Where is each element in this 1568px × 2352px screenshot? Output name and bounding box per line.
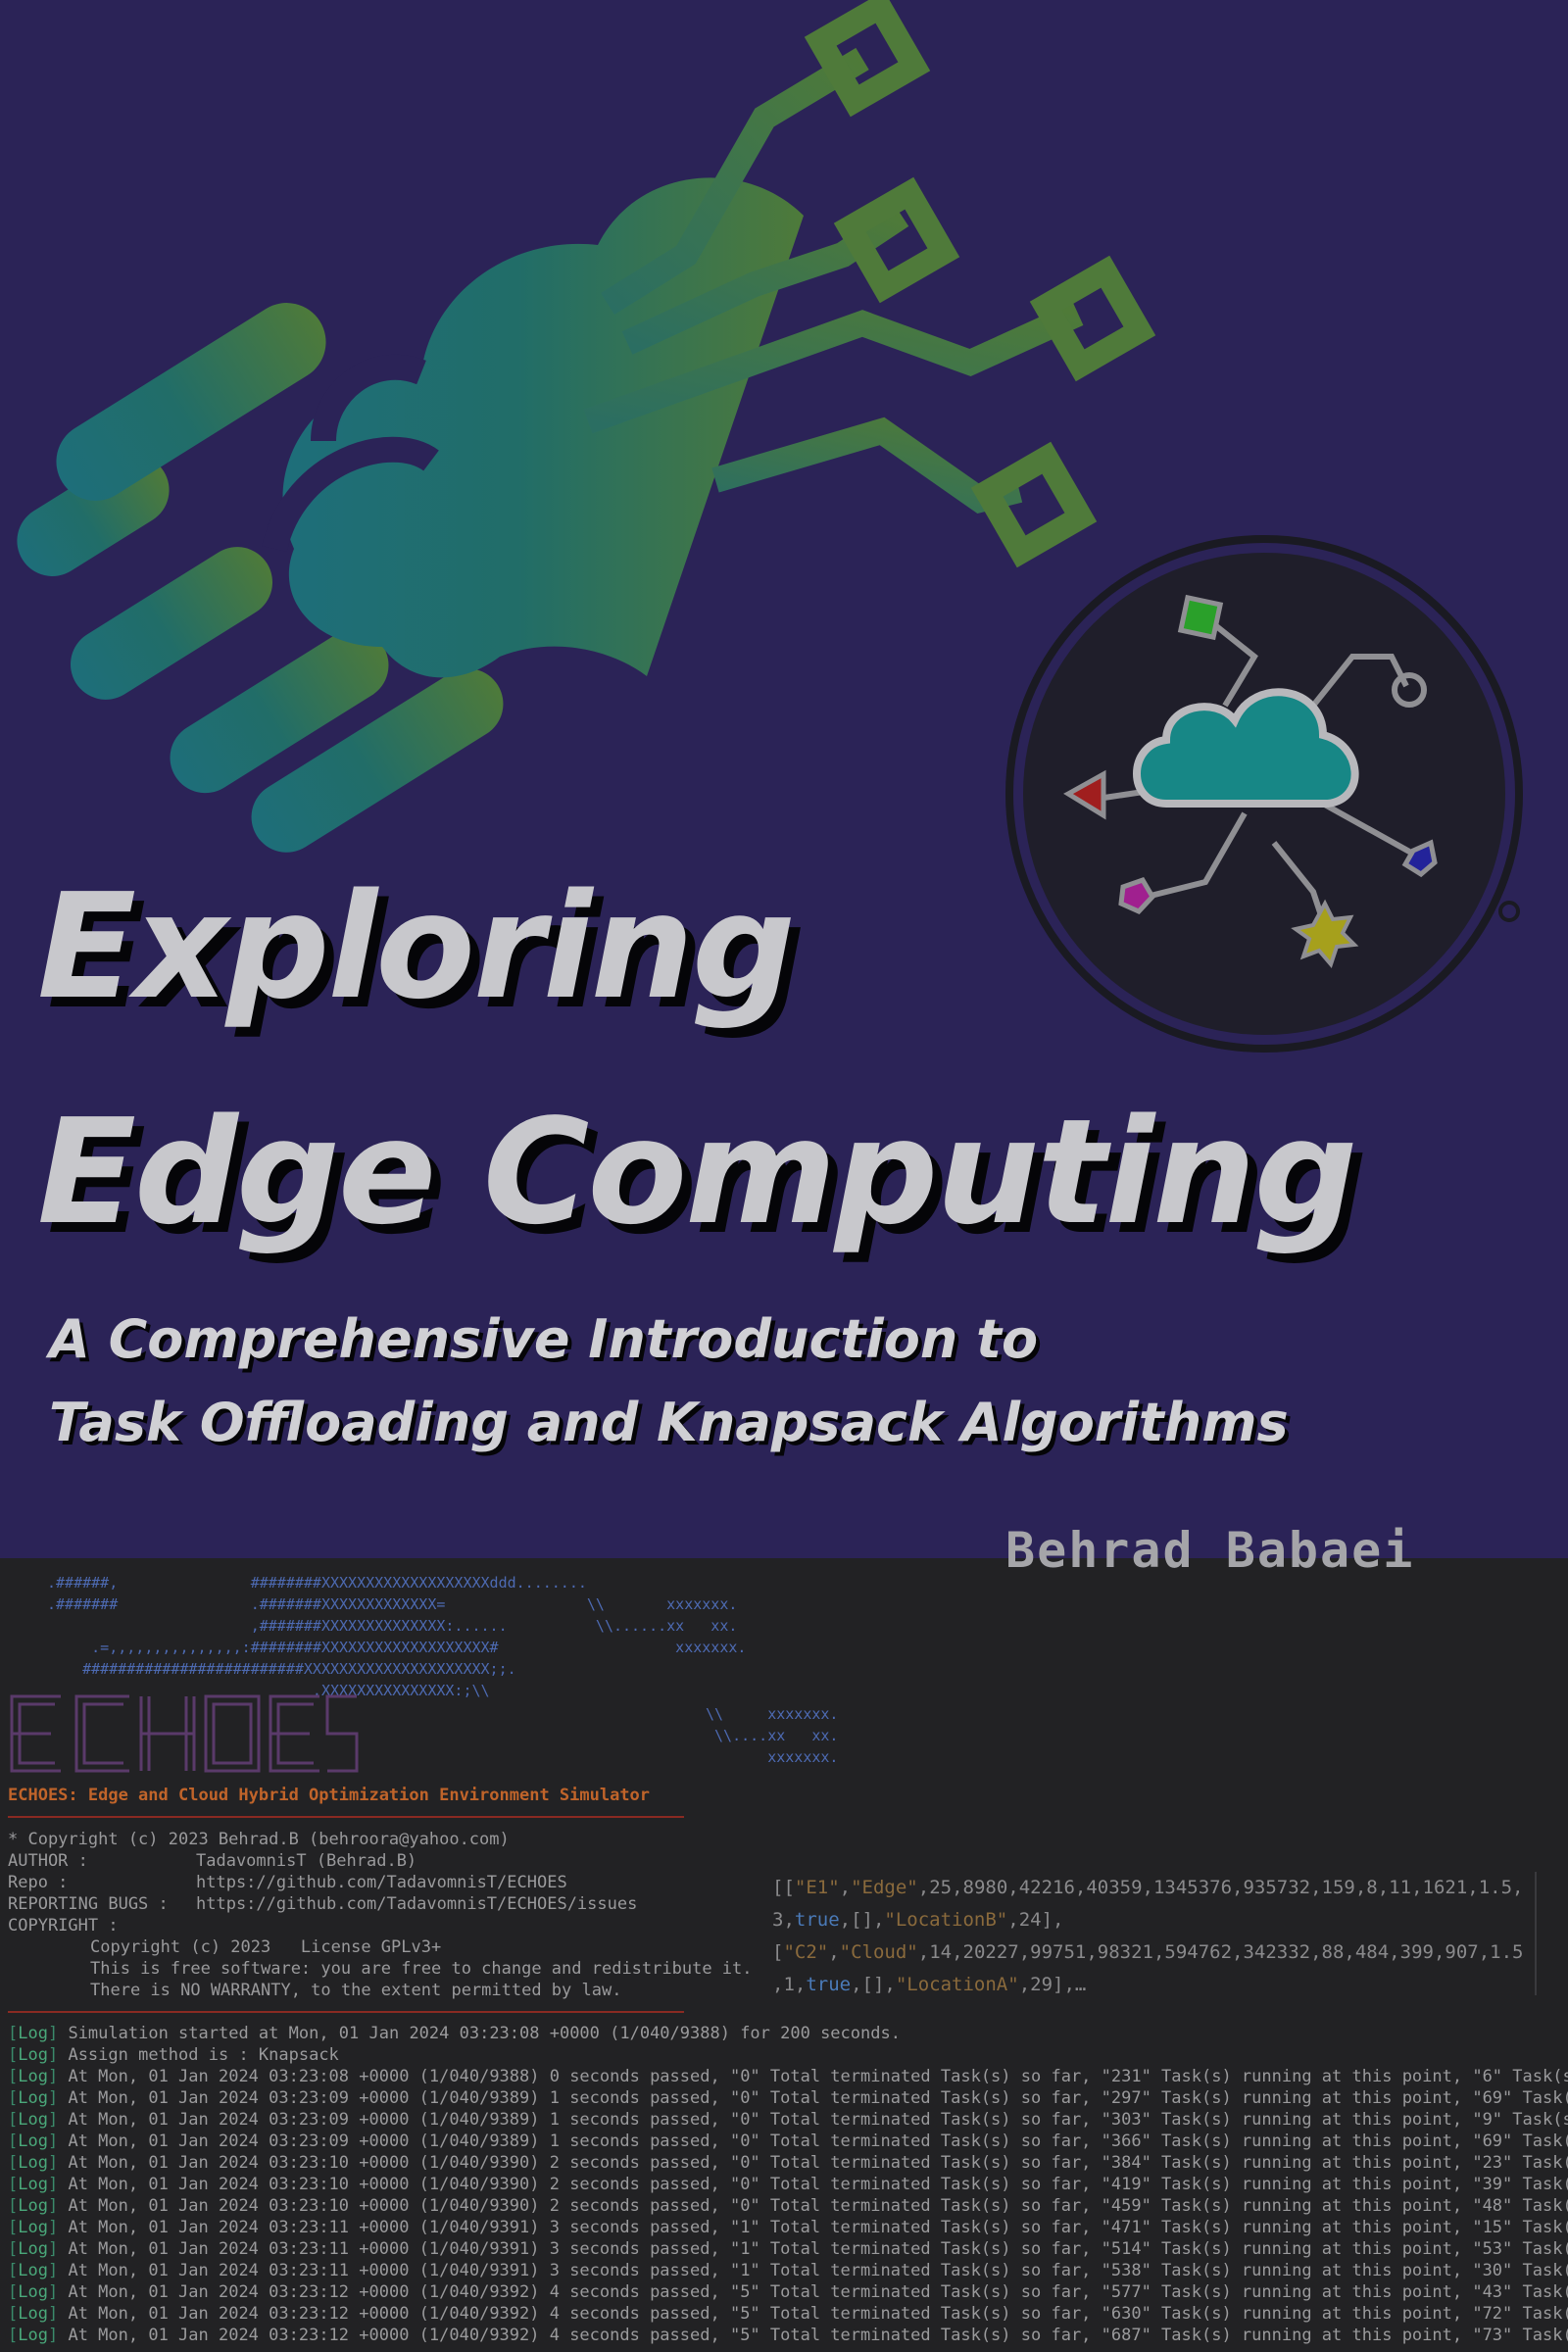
log-tag: [Log] <box>8 2088 59 2108</box>
json-line: ["C2","Cloud",14,20227,99751,98321,59476… <box>772 1941 1524 1963</box>
log-line: [Log] Simulation started at Mon, 01 Jan … <box>8 2023 1568 2044</box>
log-message: At Mon, 01 Jan 2024 03:23:11 +0000 (1/04… <box>58 2239 1568 2259</box>
log-line: [Log] At Mon, 01 Jan 2024 03:23:12 +0000… <box>8 2281 1568 2303</box>
ascii-line: .######, ########XXXXXXXXXXXXXXXXXXXddd.… <box>47 1574 587 1592</box>
ascii-line: #########################XXXXXXXXXXXXXXX… <box>47 1660 516 1678</box>
log-message: At Mon, 01 Jan 2024 03:23:12 +0000 (1/04… <box>58 2326 1568 2345</box>
book-subtitle-line-1: A Comprehensive Introduction to <box>49 1308 1039 1370</box>
log-line: [Log] At Mon, 01 Jan 2024 03:23:12 +0000… <box>8 2303 1568 2325</box>
echoes-logo <box>10 1694 359 1773</box>
info-key: AUTHOR : <box>8 1851 88 1871</box>
book-title-line-2: Edge Computing <box>37 1088 1357 1256</box>
log-line: [Log] At Mon, 01 Jan 2024 03:23:09 +0000… <box>8 2131 1568 2152</box>
log-tag: [Log] <box>8 2024 59 2043</box>
json-line: 3,true,[],"LocationB",24], <box>772 1909 1064 1931</box>
info-row: Copyright (c) 2023 License GPLv3+ <box>8 1936 753 1958</box>
log-line: [Log] At Mon, 01 Jan 2024 03:23:10 +0000… <box>8 2152 1568 2174</box>
book-cover: Exploring Edge Computing A Comprehensive… <box>0 0 1568 2352</box>
log-message: At Mon, 01 Jan 2024 03:23:11 +0000 (1/04… <box>58 2261 1568 2280</box>
log-message: At Mon, 01 Jan 2024 03:23:08 +0000 (1/04… <box>58 2067 1568 2086</box>
log-line: [Log] At Mon, 01 Jan 2024 03:23:12 +0000… <box>8 2325 1568 2346</box>
info-row: * Copyright (c) 2023 Behrad.B (behroora@… <box>8 1830 510 1849</box>
info-value: https://github.com/TadavomnisT/ECHOES/is… <box>196 1894 638 1914</box>
info-row: AUTHOR : TadavomnisT (Behrad.B) <box>8 1850 753 1872</box>
simulator-title: ECHOES: Edge and Cloud Hybrid Optimizati… <box>8 1786 651 1805</box>
json-line: [["E1","Edge",25,8980,42216,40359,134537… <box>772 1877 1524 1898</box>
log-line: [Log] At Mon, 01 Jan 2024 03:23:11 +0000… <box>8 2217 1568 2238</box>
ascii-art-banner: .######, ########XXXXXXXXXXXXXXXXXXXddd.… <box>47 1572 746 1701</box>
info-row: REPORTING BUGS : https://github.com/Tadav… <box>8 1893 753 1915</box>
log-tag: [Log] <box>8 2153 59 2173</box>
ascii-line: .=,,,,,,,,,,,,,,,:########XXXXXXXXXXXXXX… <box>47 1639 747 1656</box>
ascii-line: .####### .#######XXXXXXXXXXXXX= \\ xxxxx… <box>47 1595 738 1613</box>
log-message: At Mon, 01 Jan 2024 03:23:09 +0000 (1/04… <box>58 2088 1568 2108</box>
copyright-info-block: * Copyright (c) 2023 Behrad.B (behroora@… <box>8 1829 753 2001</box>
ascii-art-banner-right: \\ xxxxxxx. \\....xx xx. xxxxxxx. <box>706 1703 838 1768</box>
log-tag: [Log] <box>8 2196 59 2216</box>
ascii-line: \\....xx xx. <box>706 1727 839 1744</box>
log-message: Assign method is : Knapsack <box>58 2045 339 2065</box>
info-row: COPYRIGHT : <box>8 1916 119 1936</box>
log-tag: [Log] <box>8 2110 59 2130</box>
cloud-network-badge-icon <box>1005 535 1523 1053</box>
log-tag: [Log] <box>8 2175 59 2194</box>
divider <box>8 1816 684 1818</box>
info-row: There is NO WARRANTY, to the extent perm… <box>8 1980 753 2001</box>
info-value: TadavomnisT (Behrad.B) <box>196 1851 417 1871</box>
log-tag: [Log] <box>8 2326 59 2345</box>
info-value: Copyright (c) 2023 License GPLv3+ <box>90 1937 442 1957</box>
info-key: Repo : <box>8 1873 69 1892</box>
info-key: REPORTING BUGS : <box>8 1894 169 1914</box>
log-line: [Log] Assign method is : Knapsack <box>8 2044 1568 2066</box>
info-row: This is free software: you are free to c… <box>8 1958 753 1980</box>
info-value: This is free software: you are free to c… <box>90 1959 753 1979</box>
info-key <box>8 1980 90 2001</box>
log-line: [Log] At Mon, 01 Jan 2024 03:23:09 +0000… <box>8 2087 1568 2109</box>
log-message: At Mon, 01 Jan 2024 03:23:10 +0000 (1/04… <box>58 2153 1568 2173</box>
log-line: [Log] At Mon, 01 Jan 2024 03:23:11 +0000… <box>8 2260 1568 2281</box>
log-tag: [Log] <box>8 2239 59 2259</box>
log-message: At Mon, 01 Jan 2024 03:23:12 +0000 (1/04… <box>58 2282 1568 2302</box>
log-message: At Mon, 01 Jan 2024 03:23:11 +0000 (1/04… <box>58 2218 1568 2237</box>
author-name: Behrad Babaei <box>1005 1522 1415 1579</box>
log-tag: [Log] <box>8 2132 59 2151</box>
log-tag: [Log] <box>8 2304 59 2324</box>
log-message: At Mon, 01 Jan 2024 03:23:09 +0000 (1/04… <box>58 2132 1568 2151</box>
log-line: [Log] At Mon, 01 Jan 2024 03:23:08 +0000… <box>8 2066 1568 2087</box>
info-key <box>8 1936 90 1958</box>
log-message: At Mon, 01 Jan 2024 03:23:10 +0000 (1/04… <box>58 2175 1568 2194</box>
divider <box>8 2011 684 2013</box>
simulation-log: [Log] Simulation started at Mon, 01 Jan … <box>8 2023 1568 2346</box>
info-key <box>8 1958 90 1980</box>
book-title-line-1: Exploring <box>37 862 796 1031</box>
log-message: Simulation started at Mon, 01 Jan 2024 0… <box>58 2024 901 2043</box>
log-tag: [Log] <box>8 2045 59 2065</box>
info-value: https://github.com/TadavomnisT/ECHOES <box>196 1873 567 1892</box>
json-output-panel: [["E1","Edge",25,8980,42216,40359,134537… <box>772 1872 1537 1995</box>
log-tag: [Log] <box>8 2261 59 2280</box>
ascii-line: ,#######XXXXXXXXXXXXXX:...... \\......xx… <box>47 1617 738 1635</box>
info-value: There is NO WARRANTY, to the extent perm… <box>90 1981 622 2000</box>
ascii-line: xxxxxxx. <box>706 1748 839 1766</box>
log-line: [Log] At Mon, 01 Jan 2024 03:23:10 +0000… <box>8 2174 1568 2195</box>
log-tag: [Log] <box>8 2067 59 2086</box>
cover-top-section: Exploring Edge Computing A Comprehensive… <box>0 0 1568 1558</box>
log-message: At Mon, 01 Jan 2024 03:23:12 +0000 (1/04… <box>58 2304 1568 2324</box>
log-line: [Log] At Mon, 01 Jan 2024 03:23:10 +0000… <box>8 2195 1568 2217</box>
log-message: At Mon, 01 Jan 2024 03:23:09 +0000 (1/04… <box>58 2110 1568 2130</box>
log-line: [Log] At Mon, 01 Jan 2024 03:23:11 +0000… <box>8 2238 1568 2260</box>
info-row: Repo : https://github.com/TadavomnisT/ECH… <box>8 1872 753 1893</box>
log-message: At Mon, 01 Jan 2024 03:23:10 +0000 (1/04… <box>58 2196 1568 2216</box>
ascii-line: \\ xxxxxxx. <box>706 1705 839 1723</box>
log-tag: [Log] <box>8 2282 59 2302</box>
log-line: [Log] At Mon, 01 Jan 2024 03:23:09 +0000… <box>8 2109 1568 2131</box>
log-tag: [Log] <box>8 2218 59 2237</box>
book-subtitle-line-2: Task Offloading and Knapsack Algorithms <box>49 1392 1289 1453</box>
json-line: ,1,true,[],"LocationA",29],… <box>772 1974 1087 1995</box>
cloud-circuit-icon <box>17 0 1156 853</box>
